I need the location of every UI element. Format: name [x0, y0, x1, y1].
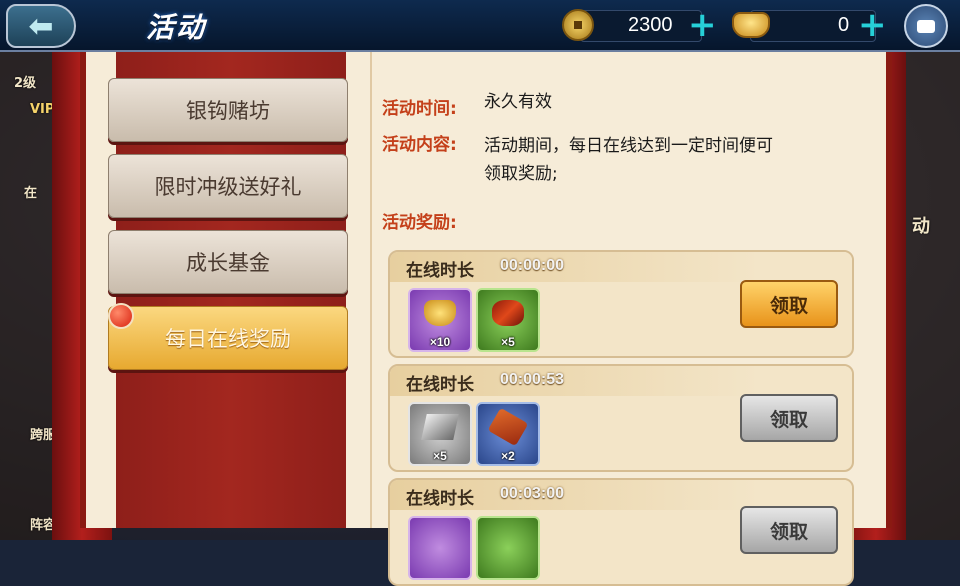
- chat-button[interactable]: [904, 4, 948, 48]
- online-duration-label: 在线时长: [406, 261, 474, 281]
- reward-item[interactable]: [408, 516, 472, 580]
- item-count: ×2: [501, 449, 515, 463]
- item-count: ×5: [433, 449, 447, 463]
- online-duration-label: 在线时长: [406, 489, 474, 509]
- claim-button[interactable]: 领取: [740, 394, 838, 442]
- vip-text: VIP: [30, 102, 55, 117]
- token-icon: [487, 407, 529, 447]
- time-value: 永久有效: [484, 92, 552, 112]
- iron-ore-icon: [421, 414, 459, 440]
- gold-ingot-icon: [424, 300, 456, 326]
- content-line-2: 领取奖励;: [484, 164, 558, 184]
- left-backdrop: [0, 52, 58, 540]
- online-duration-label: 在线时长: [406, 375, 474, 395]
- right-text-1: 动: [912, 216, 930, 237]
- add-coins-button[interactable]: +: [688, 8, 717, 42]
- coin-icon: [562, 9, 594, 41]
- tab-limited-level-gift[interactable]: 限时冲级送好礼: [108, 154, 348, 218]
- ingot-value: 0: [838, 13, 850, 36]
- claim-button[interactable]: 领取: [740, 280, 838, 328]
- content-line-1: 活动期间，每日在线达到一定时间便可: [484, 136, 773, 156]
- item-count: ×10: [429, 335, 451, 349]
- right-backdrop: [904, 52, 960, 540]
- coin-value: 2300: [628, 13, 673, 36]
- back-arrow-icon: ⬅: [28, 8, 54, 44]
- ribbon-item[interactable]: ×5: [476, 288, 540, 352]
- level-text: 2级: [14, 76, 37, 91]
- left-text-1: 在: [24, 186, 38, 201]
- token-item[interactable]: ×2: [476, 402, 540, 466]
- time-label: 活动时间:: [382, 99, 457, 119]
- column-divider: [370, 52, 372, 528]
- claim-button[interactable]: 领取: [740, 506, 838, 554]
- gold-ingot-item[interactable]: ×10: [408, 288, 472, 352]
- ingot-counter: [732, 8, 770, 42]
- reward-card: 在线时长 00:00:00 ×10 ×5 领取: [388, 250, 854, 358]
- reward-label: 活动奖励:: [382, 213, 457, 233]
- content-label: 活动内容:: [382, 135, 457, 155]
- coin-counter: [562, 8, 594, 42]
- tab-silver-hook-casino[interactable]: 银钩赌坊: [108, 78, 348, 142]
- gold-ingot-icon: [732, 12, 770, 38]
- tab-daily-online-reward[interactable]: 每日在线奖励: [108, 306, 348, 370]
- item-count: ×5: [501, 335, 515, 349]
- tab-growth-fund[interactable]: 成长基金: [108, 230, 348, 294]
- chat-icon: [917, 19, 935, 33]
- iron-ore-item[interactable]: ×5: [408, 402, 472, 466]
- notification-dot: [108, 303, 134, 329]
- online-duration-time: 00:03:00: [500, 485, 565, 502]
- ribbon-icon: [492, 300, 524, 326]
- reward-card: 在线时长 00:00:53 ×5 ×2 领取: [388, 364, 854, 472]
- online-duration-time: 00:00:53: [500, 371, 565, 388]
- reward-card: 在线时长 00:03:00 领取: [388, 478, 854, 586]
- page-title: 活动: [146, 11, 207, 44]
- reward-item[interactable]: [476, 516, 540, 580]
- back-button[interactable]: ⬅: [6, 4, 76, 48]
- online-duration-time: 00:00:00: [500, 257, 565, 274]
- add-ingots-button[interactable]: +: [858, 8, 887, 42]
